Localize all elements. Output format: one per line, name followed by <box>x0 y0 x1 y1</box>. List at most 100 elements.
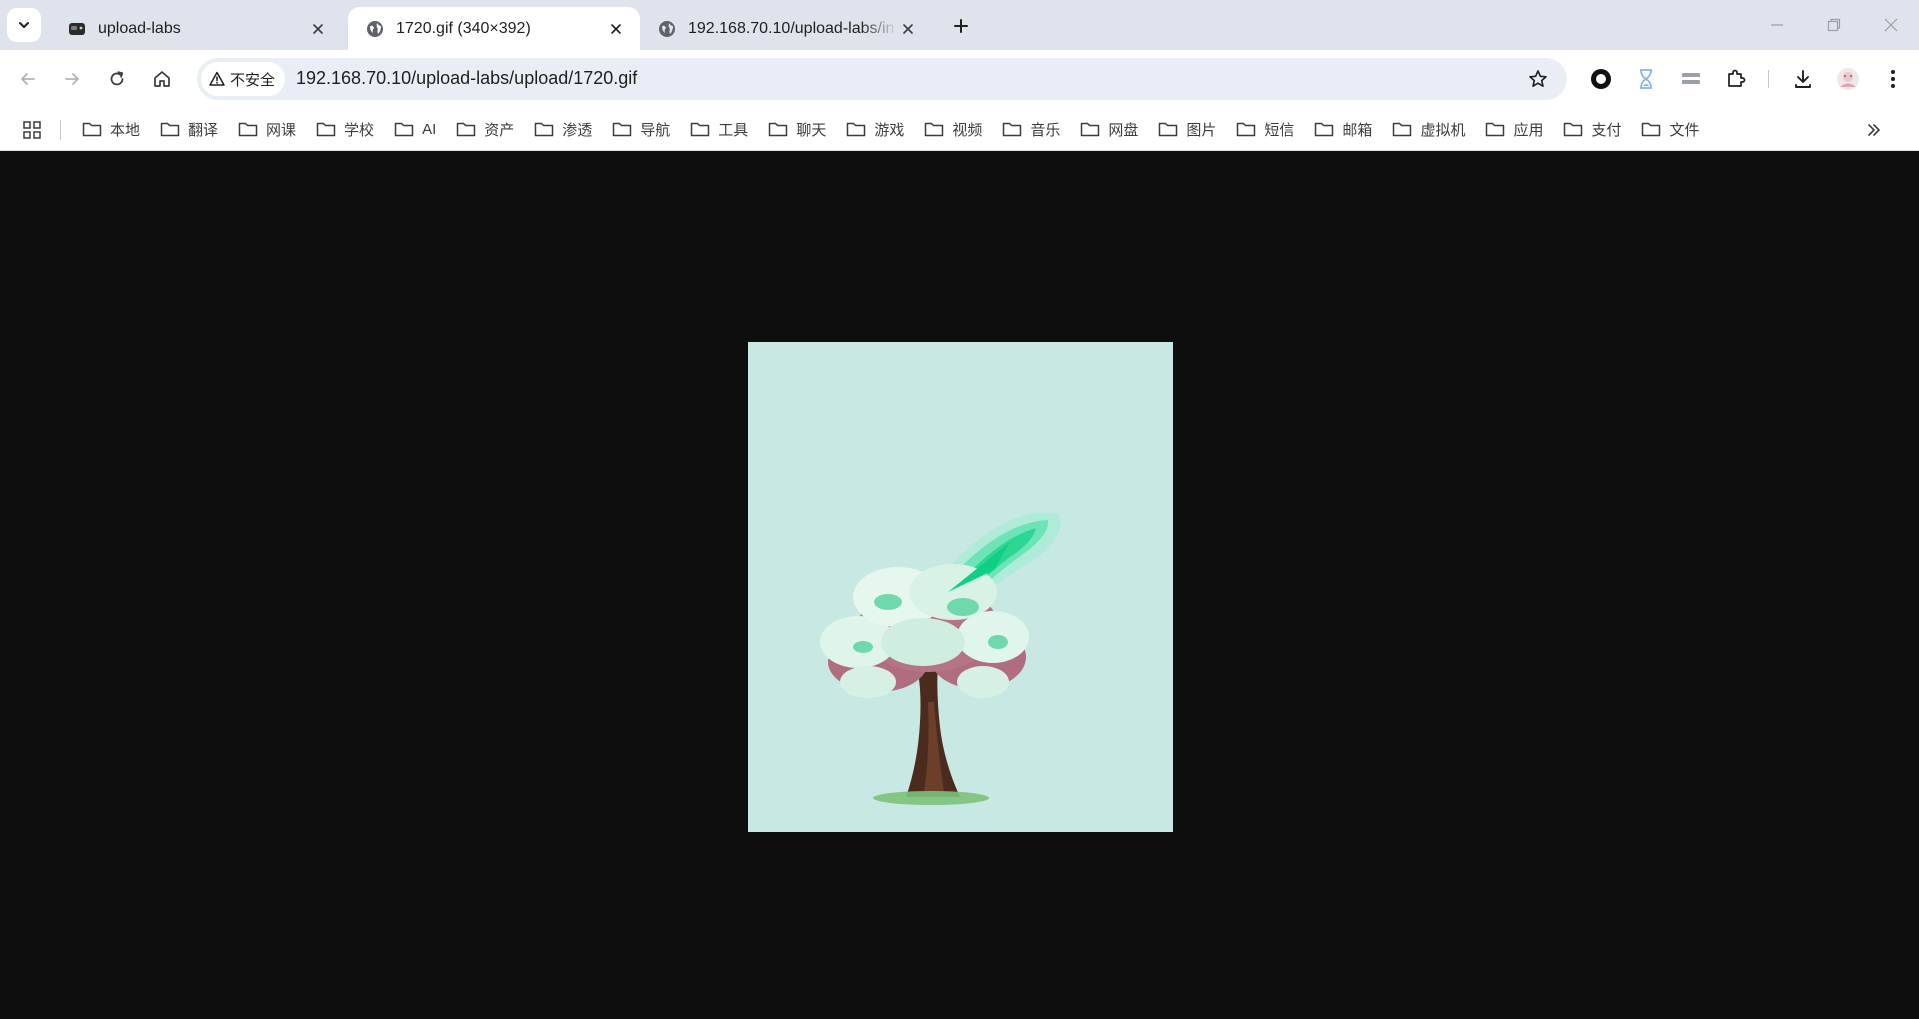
tab-search-button[interactable] <box>7 8 41 42</box>
restore-button[interactable] <box>1821 12 1847 38</box>
download-icon <box>1795 70 1811 88</box>
tab-1720-gif[interactable]: 1720.gif (340×392) <box>348 7 640 50</box>
bookmark-folder-0[interactable]: 本地 <box>70 114 148 144</box>
bookmark-folder-2[interactable]: 网课 <box>226 114 304 144</box>
security-indicator[interactable]: 不安全 <box>201 62 286 96</box>
plus-icon <box>954 19 968 33</box>
folder-icon <box>160 122 180 137</box>
folder-icon <box>847 122 866 137</box>
chevron-down-icon <box>19 22 29 28</box>
folder-icon <box>457 122 476 137</box>
tab-close-icon[interactable] <box>606 19 626 39</box>
bookmark-folder-label: 本地 <box>110 121 141 139</box>
puzzle-icon <box>1728 69 1746 87</box>
bookmark-folder-12[interactable]: 音乐 <box>990 114 1068 144</box>
tab-close-icon[interactable] <box>898 19 918 39</box>
bookmark-folder-10[interactable]: 游戏 <box>834 114 912 144</box>
folder-icon <box>238 122 258 137</box>
bookmark-folder-13[interactable]: 网盘 <box>1068 114 1146 144</box>
tab-upload-labs[interactable]: upload-labs <box>50 7 342 50</box>
bookmark-folder-label: 短信 <box>1264 121 1295 139</box>
globe-icon <box>659 20 675 37</box>
image-viewer <box>0 151 1919 1019</box>
bookmark-folder-label: 图片 <box>1186 121 1217 139</box>
toolbar-separator <box>1768 70 1769 88</box>
bookmark-folder-8[interactable]: 工具 <box>678 114 756 144</box>
bookmark-folder-label: 学校 <box>344 121 375 139</box>
restore-icon <box>1827 18 1841 32</box>
reload-button[interactable] <box>103 65 131 93</box>
bookmark-folder-label: 工具 <box>718 121 749 139</box>
reload-icon <box>110 71 124 86</box>
ring-extension-icon <box>1591 69 1611 89</box>
tab-title: 192.168.70.10/upload-labs/in <box>688 19 895 37</box>
bookmark-folder-label: 游戏 <box>874 121 905 139</box>
downloads-button[interactable] <box>1789 65 1817 93</box>
address-bar[interactable]: 不安全 192.168.70.10/upload-labs/upload/172… <box>197 58 1567 100</box>
bookmark-folder-20[interactable]: 文件 <box>1629 114 1707 144</box>
folder-icon <box>925 122 944 137</box>
extension-bars-button[interactable] <box>1677 65 1705 93</box>
bookmark-folder-list: 本地 翻译 网课 学校 AI 资产 渗透 导航 工具 聊天 游戏 视频 音乐 网盘 图片 短信 邮箱 虚拟机 应用 支… <box>70 108 1708 150</box>
back-button[interactable] <box>14 65 42 93</box>
profile-avatar-button[interactable] <box>1834 65 1862 93</box>
folder-icon <box>613 122 632 137</box>
bookmark-folder-3[interactable]: 学校 <box>304 114 382 144</box>
more-vertical-icon <box>1891 70 1895 88</box>
extension-circle-button[interactable] <box>1587 65 1615 93</box>
extension-hourglass-button[interactable] <box>1632 65 1660 93</box>
folder-icon <box>1315 122 1334 137</box>
extensions-puzzle-button[interactable] <box>1722 65 1750 93</box>
avatar-icon <box>1837 68 1859 90</box>
bookmark-folder-11[interactable]: 视频 <box>912 114 990 144</box>
bookmark-folder-19[interactable]: 支付 <box>1551 114 1629 144</box>
security-label: 不安全 <box>230 71 276 89</box>
bookmark-folder-18[interactable]: 应用 <box>1473 114 1551 144</box>
minimize-button[interactable] <box>1764 12 1790 38</box>
bookmark-folder-7[interactable]: 导航 <box>600 114 678 144</box>
bookmark-folder-label: AI <box>422 120 437 138</box>
bookmark-folder-label: 邮箱 <box>1342 121 1373 139</box>
star-icon <box>1529 70 1547 87</box>
displayed-gif-image[interactable] <box>748 342 1173 832</box>
home-button[interactable] <box>148 65 176 93</box>
bookmark-folder-5[interactable]: 资产 <box>444 114 522 144</box>
bookmark-folder-label: 虚拟机 <box>1420 121 1466 139</box>
bookmark-folder-label: 导航 <box>640 121 671 139</box>
bookmark-folder-17[interactable]: 虚拟机 <box>1380 114 1473 144</box>
tab-upload-labs-index[interactable]: 192.168.70.10/upload-labs/in <box>640 7 932 50</box>
tab-title: upload-labs <box>98 19 181 37</box>
bookmark-folder-9[interactable]: 聊天 <box>756 114 834 144</box>
close-window-button[interactable] <box>1878 12 1904 38</box>
warning-triangle-icon <box>209 71 225 86</box>
folder-icon <box>1642 122 1661 137</box>
bookmark-folder-1[interactable]: 翻译 <box>148 114 226 144</box>
tab-strip: upload-labs 1720.gif (340×392) 192.168.7… <box>0 0 1919 50</box>
url-text[interactable]: 192.168.70.10/upload-labs/upload/1720.gi… <box>296 68 637 89</box>
bookmark-folder-label: 支付 <box>1591 121 1622 139</box>
folder-icon <box>1393 122 1412 137</box>
folder-icon <box>1486 122 1505 137</box>
browser-menu-button[interactable] <box>1879 65 1907 93</box>
bookmark-folder-label: 网课 <box>266 121 297 139</box>
more-bookmarks-button[interactable] <box>1862 118 1886 142</box>
navigation-toolbar: 不安全 192.168.70.10/upload-labs/upload/172… <box>0 50 1919 108</box>
home-icon <box>154 71 170 87</box>
apps-button[interactable] <box>20 118 44 142</box>
close-icon <box>1884 18 1898 32</box>
new-tab-button[interactable] <box>948 13 974 39</box>
bookmarks-separator <box>60 120 61 140</box>
bookmark-folder-4[interactable]: AI <box>382 114 444 144</box>
hourglass-icon <box>1640 69 1652 89</box>
bookmark-folder-15[interactable]: 短信 <box>1224 114 1302 144</box>
folder-icon <box>691 122 710 137</box>
bookmark-folder-label: 文件 <box>1669 121 1700 139</box>
bookmark-folder-6[interactable]: 渗透 <box>522 114 600 144</box>
folder-icon <box>82 122 102 137</box>
bookmark-star-button[interactable] <box>1525 66 1551 92</box>
tab-close-icon[interactable] <box>308 19 328 39</box>
forward-button[interactable] <box>58 65 86 93</box>
folder-icon <box>316 122 336 137</box>
bookmark-folder-16[interactable]: 邮箱 <box>1302 114 1380 144</box>
bookmark-folder-14[interactable]: 图片 <box>1146 114 1224 144</box>
